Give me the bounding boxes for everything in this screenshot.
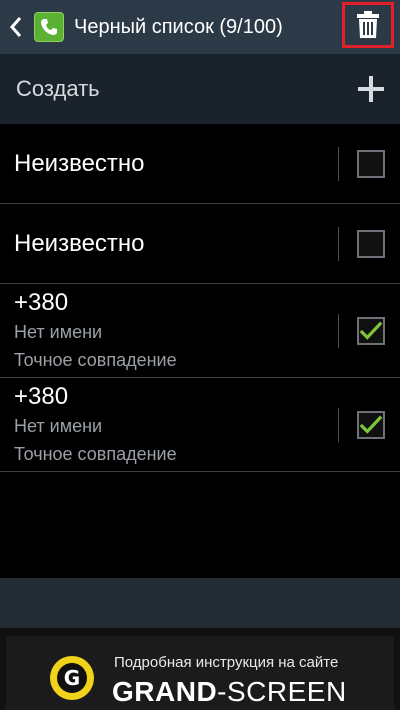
banner-subtitle: Подробная инструкция на сайте: [114, 654, 339, 671]
grand-screen-logo: G: [50, 656, 94, 700]
item-title: Неизвестно: [14, 229, 145, 257]
item-checkbox[interactable]: [357, 229, 385, 258]
item-name: Нет имени: [14, 321, 103, 342]
chevron-left-icon[interactable]: [4, 0, 28, 54]
item-title: Неизвестно: [14, 149, 145, 177]
create-label: Создать: [16, 76, 100, 101]
item-match: Точное совпадение: [14, 443, 177, 464]
bottom-bar: [0, 578, 400, 628]
checkmark-icon: [359, 415, 383, 434]
checkmark-icon: [359, 321, 383, 340]
page-title: Черный список (9/100): [74, 15, 283, 38]
watermark-banner: G Подробная инструкция на сайте GRAND-SC…: [0, 628, 400, 710]
item-checkbox[interactable]: [357, 149, 385, 178]
item-checkbox[interactable]: [357, 316, 385, 345]
create-button[interactable]: Создать: [0, 54, 400, 124]
list-item[interactable]: Неизвестно: [0, 204, 400, 284]
item-title: +380: [14, 288, 69, 316]
list-item[interactable]: Неизвестно: [0, 124, 400, 204]
list-item[interactable]: +380 Нет имени Точное совпадение: [0, 378, 400, 472]
list-item[interactable]: +380 Нет имени Точное совпадение: [0, 284, 400, 378]
banner-brand: GRAND-SCREEN: [112, 676, 347, 707]
divider: [338, 407, 339, 442]
divider: [338, 146, 339, 181]
item-title: +380: [14, 382, 69, 410]
divider: [338, 313, 339, 348]
trash-icon: [357, 11, 379, 38]
blacklist: Неизвестно Неизвестно +380 Нет имени Точ…: [0, 124, 400, 472]
action-bar: Черный список (9/100): [0, 0, 400, 54]
phone-icon: [34, 12, 64, 42]
item-name: Нет имени: [14, 415, 103, 436]
divider: [338, 226, 339, 261]
item-checkbox[interactable]: [357, 410, 385, 439]
delete-button[interactable]: [342, 2, 394, 48]
item-match: Точное совпадение: [14, 349, 177, 370]
plus-icon: [358, 76, 384, 102]
